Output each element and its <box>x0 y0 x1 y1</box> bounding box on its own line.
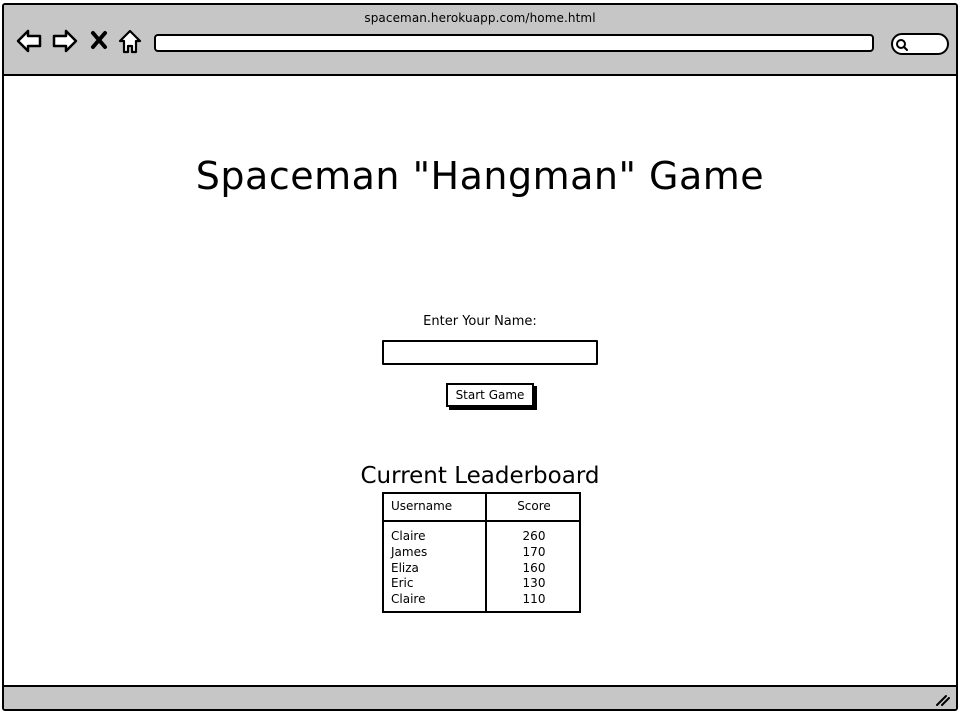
row-score: 130 <box>522 576 546 591</box>
name-field-label: Enter Your Name: <box>423 314 537 329</box>
leaderboard-title: Current Leaderboard <box>360 463 600 489</box>
row-username: Eric <box>391 576 414 591</box>
start-game-button[interactable]: Start Game <box>446 383 534 407</box>
table-body: Claire 260 James 170 Eliza 160 Eric 130 … <box>384 529 579 608</box>
table-row: Eric 130 <box>384 576 579 592</box>
leaderboard-table: Username Score Claire 260 James 170 Eliz… <box>382 492 581 613</box>
browser-search-box[interactable] <box>891 33 949 55</box>
browser-toolbar: spaceman.herokuapp.com/home.html <box>4 5 956 76</box>
back-arrow-icon[interactable] <box>15 27 43 55</box>
row-username: Claire <box>391 529 426 543</box>
close-icon[interactable] <box>88 27 110 55</box>
row-score: 160 <box>522 560 546 575</box>
search-icon <box>896 39 908 51</box>
table-row: Claire 110 <box>384 592 579 608</box>
home-icon[interactable] <box>116 27 144 55</box>
status-bar <box>4 685 956 709</box>
table-row: Claire 260 <box>384 529 579 545</box>
name-input[interactable] <box>382 340 598 365</box>
forward-arrow-icon[interactable] <box>51 27 79 55</box>
row-score: 260 <box>522 529 546 543</box>
row-score: 110 <box>522 592 546 607</box>
row-username: James <box>391 544 428 559</box>
browser-window: spaceman.herokuapp.com/home.html Spacema… <box>2 3 958 711</box>
column-header-score: Score <box>517 499 551 513</box>
address-bar[interactable] <box>154 34 874 52</box>
row-score: 170 <box>522 544 546 559</box>
table-header: Username Score <box>384 494 579 522</box>
table-row: James 170 <box>384 545 579 561</box>
resize-grip-icon[interactable] <box>934 691 950 707</box>
page-content: Spaceman "Hangman" Game Enter Your Name:… <box>4 76 956 688</box>
page-title: Spaceman "Hangman" Game <box>195 154 765 198</box>
table-row: Eliza 160 <box>384 561 579 577</box>
page-url: spaceman.herokuapp.com/home.html <box>364 11 596 25</box>
column-header-username: Username <box>391 499 453 513</box>
row-username: Eliza <box>391 560 419 575</box>
row-username: Claire <box>391 592 426 607</box>
